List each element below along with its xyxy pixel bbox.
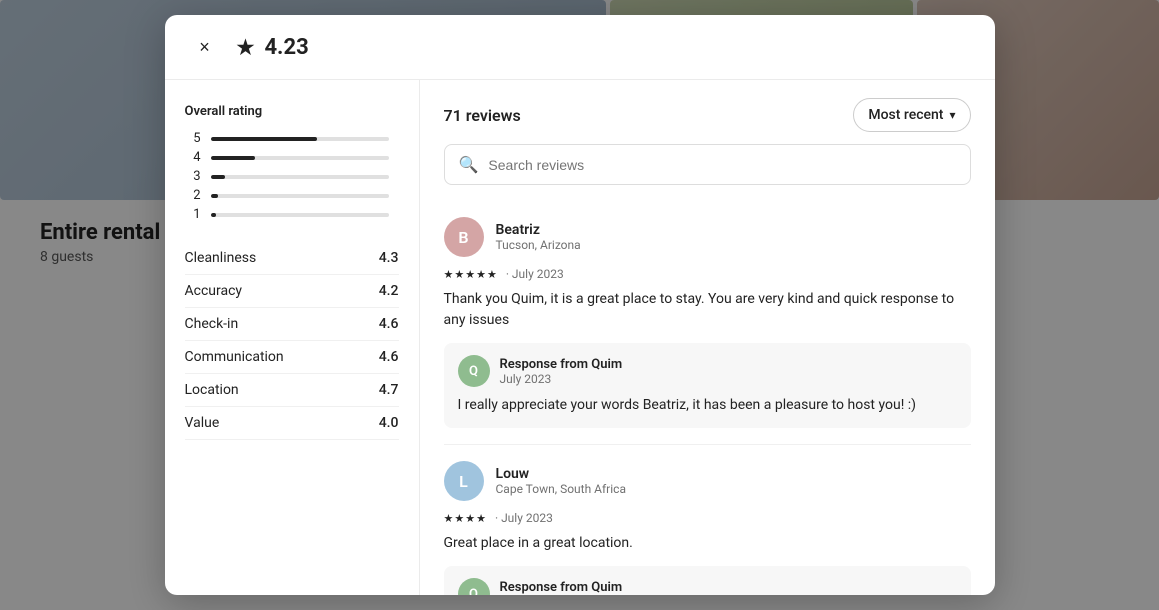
bar-track bbox=[211, 194, 389, 198]
category-score: 4.6 bbox=[379, 349, 399, 365]
right-panel: 71 reviews Most recent 🔍 B Beatriz bbox=[420, 80, 995, 595]
bar-fill bbox=[211, 194, 218, 198]
category-name: Cleanliness bbox=[185, 250, 315, 266]
response-header: Q Response from Quim July 2023 bbox=[458, 355, 957, 387]
bar-label: 4 bbox=[185, 150, 201, 165]
host-avatar: Q bbox=[458, 578, 490, 595]
review-date: · July 2023 bbox=[506, 267, 564, 281]
response-meta: Response from Quim July 2023 bbox=[500, 580, 623, 596]
reviewer-location: Cape Town, South Africa bbox=[496, 482, 626, 496]
category-row: Accuracy 4.2 bbox=[185, 275, 399, 308]
review-item: B Beatriz Tucson, Arizona ★★★★★ · July 2… bbox=[444, 201, 971, 445]
reviews-count: 71 reviews bbox=[444, 106, 521, 125]
bar-track bbox=[211, 175, 389, 179]
category-row: Cleanliness 4.3 bbox=[185, 242, 399, 275]
close-button[interactable]: × bbox=[189, 31, 221, 63]
modal-overlay: × ★ 4.23 Overall rating 5 4 3 bbox=[0, 0, 1159, 610]
category-score: 4.2 bbox=[379, 283, 399, 299]
category-score: 4.7 bbox=[379, 382, 399, 398]
rating-bar-row: 2 bbox=[185, 188, 399, 203]
rating-bars: 5 4 3 2 1 bbox=[185, 131, 399, 226]
reviewer-details: Beatriz Tucson, Arizona bbox=[496, 222, 581, 252]
review-meta: ★★★★ · July 2023 bbox=[444, 511, 971, 525]
category-score: 4.3 bbox=[379, 250, 399, 266]
category-name: Accuracy bbox=[185, 283, 315, 299]
reviewer-info: B Beatriz Tucson, Arizona bbox=[444, 217, 971, 257]
reviewer-info: L Louw Cape Town, South Africa bbox=[444, 461, 971, 501]
bar-fill bbox=[211, 137, 318, 141]
response-date: July 2023 bbox=[500, 595, 623, 596]
review-text: Great place in a great location. bbox=[444, 533, 971, 554]
response-name: Response from Quim bbox=[500, 580, 623, 595]
review-stars: ★★★★★ bbox=[444, 268, 498, 281]
search-input[interactable] bbox=[488, 157, 955, 173]
review-meta: ★★★★★ · July 2023 bbox=[444, 267, 971, 281]
search-bar: 🔍 bbox=[444, 144, 971, 185]
category-name: Value bbox=[185, 415, 315, 431]
category-row: Communication 4.6 bbox=[185, 341, 399, 374]
response-meta: Response from Quim July 2023 bbox=[500, 357, 623, 386]
bar-track bbox=[211, 213, 389, 217]
reviews-header: 71 reviews Most recent bbox=[420, 80, 995, 144]
category-score: 4.0 bbox=[379, 415, 399, 431]
rating-bar-row: 1 bbox=[185, 207, 399, 222]
category-row: Value 4.0 bbox=[185, 407, 399, 440]
category-row: Location 4.7 bbox=[185, 374, 399, 407]
search-icon: 🔍 bbox=[459, 155, 479, 174]
rating-bar-row: 5 bbox=[185, 131, 399, 146]
bar-fill bbox=[211, 175, 225, 179]
reviews-modal: × ★ 4.23 Overall rating 5 4 3 bbox=[165, 15, 995, 595]
review-item: L Louw Cape Town, South Africa ★★★★ · Ju… bbox=[444, 445, 971, 595]
bar-label: 3 bbox=[185, 169, 201, 184]
response-date: July 2023 bbox=[500, 372, 623, 386]
bar-track bbox=[211, 137, 389, 141]
modal-header: × ★ 4.23 bbox=[165, 15, 995, 80]
reviewer-name: Beatriz bbox=[496, 222, 581, 238]
bar-label: 1 bbox=[185, 207, 201, 222]
review-date: · July 2023 bbox=[495, 511, 553, 525]
star-icon: ★ bbox=[237, 35, 255, 59]
category-score: 4.6 bbox=[379, 316, 399, 332]
sort-dropdown[interactable]: Most recent bbox=[853, 98, 970, 132]
reviewer-name: Louw bbox=[496, 466, 626, 482]
reviews-list: B Beatriz Tucson, Arizona ★★★★★ · July 2… bbox=[420, 201, 995, 595]
bar-fill bbox=[211, 156, 256, 160]
chevron-down-icon bbox=[949, 107, 955, 123]
category-name: Communication bbox=[185, 349, 315, 365]
categories-list: Cleanliness 4.3 Accuracy 4.2 Check-in 4.… bbox=[185, 242, 399, 440]
category-name: Location bbox=[185, 382, 315, 398]
modal-body: Overall rating 5 4 3 2 1 bbox=[165, 80, 995, 595]
bar-label: 5 bbox=[185, 131, 201, 146]
overall-rating-label: Overall rating bbox=[185, 104, 399, 119]
review-stars: ★★★★ bbox=[444, 512, 487, 525]
reviewer-details: Louw Cape Town, South Africa bbox=[496, 466, 626, 496]
bar-label: 2 bbox=[185, 188, 201, 203]
host-response: Q Response from Quim July 2023 Was a ple… bbox=[444, 566, 971, 595]
reviewer-avatar: B bbox=[444, 217, 484, 257]
review-text: Thank you Quim, it is a great place to s… bbox=[444, 289, 971, 331]
rating-bar-row: 4 bbox=[185, 150, 399, 165]
category-row: Check-in 4.6 bbox=[185, 308, 399, 341]
host-avatar: Q bbox=[458, 355, 490, 387]
response-name: Response from Quim bbox=[500, 357, 623, 372]
modal-title: ★ 4.23 bbox=[237, 35, 309, 60]
reviewer-location: Tucson, Arizona bbox=[496, 238, 581, 252]
bar-fill bbox=[211, 213, 216, 217]
modal-score: 4.23 bbox=[264, 35, 308, 60]
reviewer-avatar: L bbox=[444, 461, 484, 501]
rating-bar-row: 3 bbox=[185, 169, 399, 184]
host-response: Q Response from Quim July 2023 I really … bbox=[444, 343, 971, 428]
response-header: Q Response from Quim July 2023 bbox=[458, 578, 957, 595]
bar-track bbox=[211, 156, 389, 160]
response-text: I really appreciate your words Beatriz, … bbox=[458, 395, 957, 416]
left-panel: Overall rating 5 4 3 2 1 bbox=[165, 80, 420, 595]
category-name: Check-in bbox=[185, 316, 315, 332]
sort-label: Most recent bbox=[868, 107, 943, 123]
